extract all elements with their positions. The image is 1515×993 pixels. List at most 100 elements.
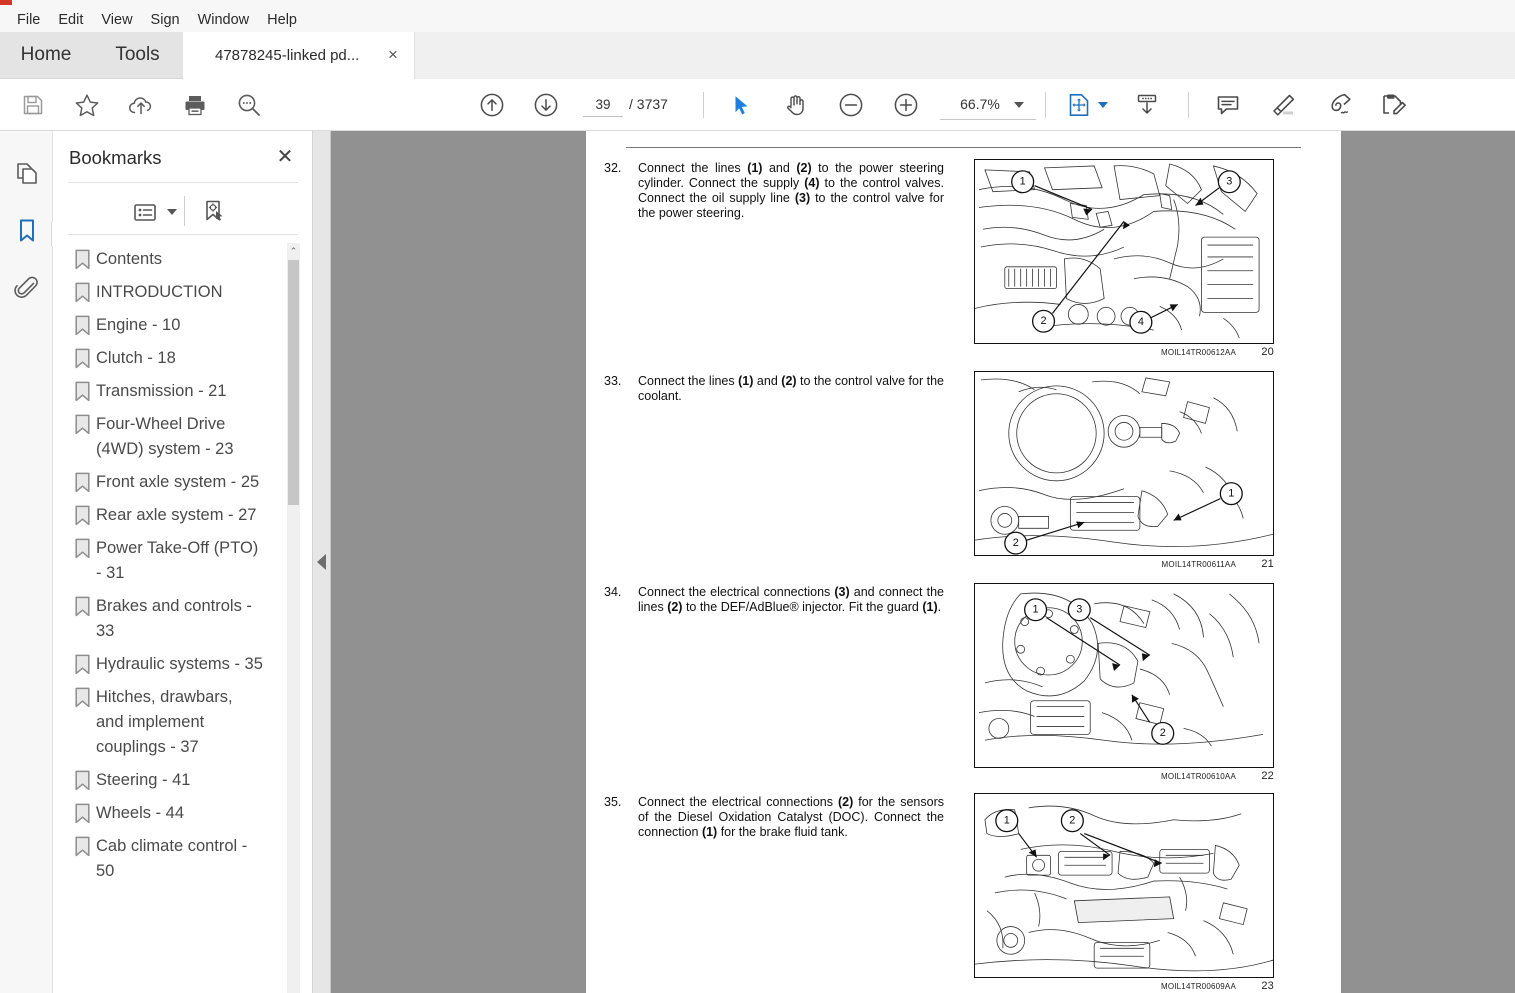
panel-divider-1 (68, 182, 298, 183)
tab-strip-filler (415, 32, 1515, 79)
hand-icon[interactable] (777, 87, 815, 123)
pen-draw-icon[interactable] (1319, 87, 1357, 123)
close-icon[interactable]: ✕ (273, 145, 297, 169)
bookmark-item[interactable]: Four-Wheel Drive (4WD) system - 23 (68, 408, 295, 466)
scroll-up-arrow-icon[interactable]: ⌃ (287, 243, 300, 259)
zoom-out-circle-icon[interactable] (832, 87, 870, 123)
bookmark-item[interactable]: Hitches, drawbars, and implement couplin… (68, 681, 295, 764)
menu-edit[interactable]: Edit (49, 9, 92, 31)
page-fit-icon[interactable] (1060, 87, 1098, 123)
close-icon[interactable]: × (384, 46, 402, 63)
tab-strip: Home Tools 47878245-linked pd... × (0, 32, 1515, 79)
bookmark-item-label: Four-Wheel Drive (4WD) system - 23 (96, 415, 234, 458)
menu-window[interactable]: Window (189, 9, 259, 31)
figure-number: 22 (1261, 770, 1274, 782)
sign-document-icon[interactable] (1374, 87, 1412, 123)
panel-divider-2 (68, 234, 298, 235)
figure-code: MOIL14TR00609AA (1160, 982, 1236, 991)
page-header-rule (626, 147, 1301, 148)
bookmark-item-label: Clutch - 18 (96, 349, 176, 367)
figure-image: 1 2 (974, 793, 1274, 978)
menu-sign[interactable]: Sign (142, 9, 189, 31)
bookmark-item[interactable]: Steering - 41 (68, 764, 295, 797)
bookmark-item-label: Contents (96, 250, 163, 268)
bookmark-item-label: Wheels - 44 (96, 804, 185, 822)
figure-code: MOIL14TR00612AA (1160, 348, 1236, 357)
menu-view[interactable]: View (92, 9, 141, 31)
bookmark-icon (68, 654, 96, 677)
bookmark-item[interactable]: Clutch - 18 (68, 342, 295, 375)
bookmark-item[interactable]: Brakes and controls - 33 (68, 590, 295, 648)
cursor-arrow-icon[interactable] (722, 87, 760, 123)
bookmarks-list[interactable]: Contents INTRODUCTION Engine - 10 Clutch - … (68, 243, 295, 993)
collapse-left-icon[interactable] (313, 131, 331, 993)
bookmark-item-label: INTRODUCTION (96, 283, 223, 301)
star-icon[interactable] (68, 87, 106, 123)
zoom-level-value[interactable]: 66.7% (950, 96, 1010, 112)
bookmark-icon (68, 538, 96, 561)
bookmarks-panel: Bookmarks ✕ Contents INTRODUCTION Engine -… (53, 131, 313, 993)
bookmark-item-label: Transmission - 21 (96, 382, 227, 400)
bookmark-item[interactable]: Contents (68, 243, 295, 276)
bookmark-item-label: Hydraulic systems - 35 (96, 655, 263, 673)
tab-tools[interactable]: Tools (92, 32, 183, 78)
bookmark-icon (68, 803, 96, 826)
bookmark-item[interactable]: Engine - 10 (68, 309, 295, 342)
toolbar-divider-2 (1045, 92, 1046, 118)
bookmark-icon (68, 348, 96, 371)
bookmark-item[interactable]: Power Take-Off (PTO) - 31 (68, 532, 295, 590)
svg-text:3: 3 (1076, 604, 1082, 616)
bookmark-item[interactable]: INTRODUCTION (68, 276, 295, 309)
download-strip-icon[interactable] (1128, 87, 1166, 123)
bookmark-item[interactable]: Cab climate control - 50 (68, 830, 295, 888)
page-number-input[interactable]: 39 (583, 95, 623, 117)
figure-callouts: 1 2 (995, 809, 1084, 833)
save-icon[interactable] (14, 87, 52, 123)
window-title-bar (0, 0, 1515, 8)
bookmarks-panel-title: Bookmarks (69, 147, 162, 168)
scrollbar-thumb[interactable] (288, 260, 299, 505)
chevron-down-icon[interactable] (1098, 102, 1108, 108)
bookmark-icon (68, 381, 96, 404)
bookmark-item-label: Cab climate control - 50 (96, 837, 248, 880)
step-item: 35. Connect the electrical connections (… (604, 795, 944, 840)
bookmark-item[interactable]: Wheels - 44 (68, 797, 295, 830)
cloud-upload-icon[interactable] (122, 87, 160, 123)
new-bookmark-icon[interactable] (198, 197, 230, 227)
zoom-in-circle-icon[interactable] (887, 87, 925, 123)
menu-file[interactable]: File (8, 9, 49, 31)
chevron-down-icon[interactable] (167, 209, 177, 215)
bookmark-item[interactable]: Rear axle system - 27 (68, 499, 295, 532)
step-text: Connect the electrical connections (2) f… (638, 795, 944, 839)
document-view[interactable]: 32. Connect the lines (1) and (2) to the… (313, 131, 1515, 993)
page-up-button[interactable] (473, 87, 511, 123)
highlighter-icon[interactable] (1264, 87, 1302, 123)
main-toolbar: 39 / 3737 66.7% (0, 79, 1515, 131)
bookmark-item[interactable]: Front axle system - 25 (68, 466, 295, 499)
page-thumbnails-icon[interactable] (9, 154, 45, 194)
zoom-field-underline (940, 119, 1036, 120)
svg-text:1: 1 (1004, 815, 1010, 827)
bookmark-item[interactable]: Hydraulic systems - 35 (68, 648, 295, 681)
search-zoom-icon[interactable] (230, 87, 268, 123)
page-down-button[interactable] (527, 87, 565, 123)
figure-number: 20 (1261, 346, 1274, 358)
bookmark-item-label: Power Take-Off (PTO) - 31 (96, 539, 259, 582)
svg-text:1: 1 (1020, 176, 1026, 188)
bookmark-item[interactable]: Transmission - 21 (68, 375, 295, 408)
list-options-icon[interactable] (129, 201, 161, 223)
print-icon[interactable] (176, 87, 214, 123)
step-number: 34. (604, 585, 622, 599)
menu-help[interactable]: Help (258, 9, 306, 31)
paperclip-icon[interactable] (9, 268, 45, 308)
chevron-down-icon[interactable] (1014, 102, 1024, 108)
tab-document[interactable]: 47878245-linked pd... × (183, 32, 415, 79)
tab-home[interactable]: Home (0, 32, 92, 78)
bookmark-item-label: Brakes and controls - 33 (96, 597, 252, 640)
bookmark-icon[interactable] (9, 211, 45, 251)
svg-text:1: 1 (1033, 604, 1039, 616)
bookmark-icon (68, 770, 96, 793)
app-logo-mark (0, 0, 12, 5)
comment-bubble-icon[interactable] (1209, 87, 1247, 123)
bookmarks-scrollbar[interactable]: ⌃ ⌄ (287, 243, 300, 993)
